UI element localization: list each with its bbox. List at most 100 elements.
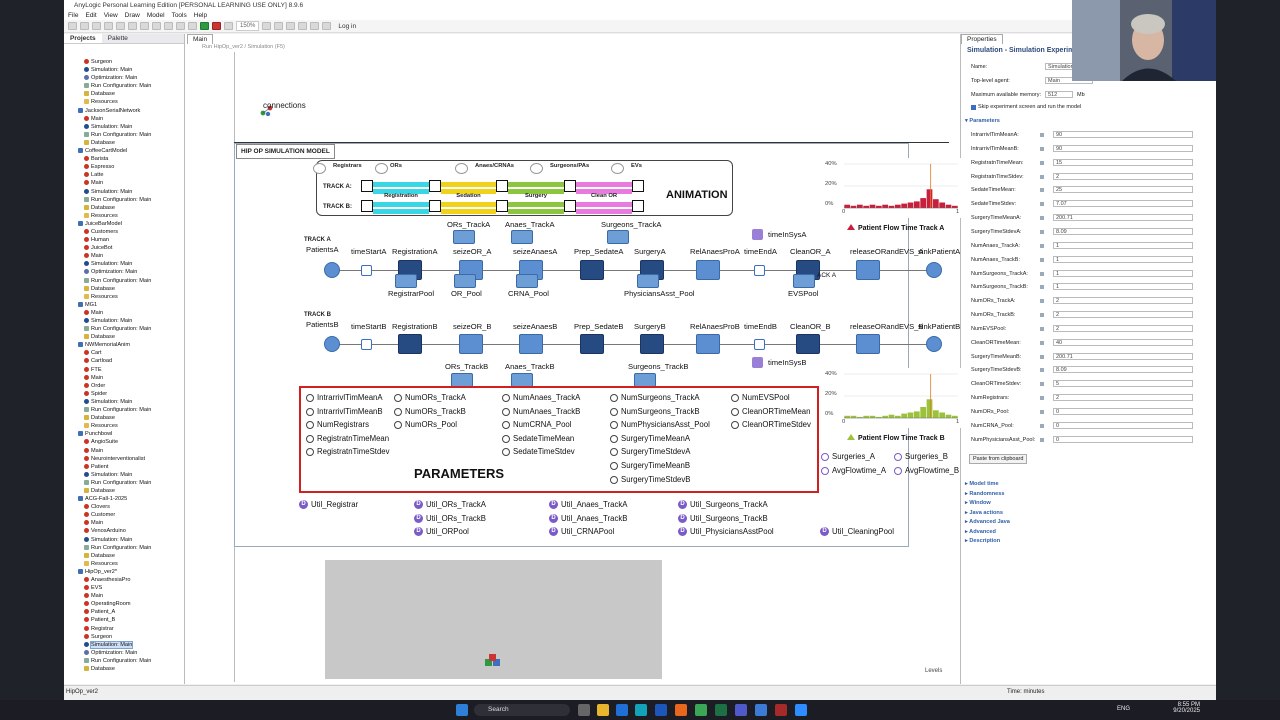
tree-item[interactable]: MG1 (64, 301, 184, 309)
Prep_SedateA-block[interactable] (580, 260, 604, 280)
tree-item[interactable]: Neurointerventionalist (64, 455, 184, 463)
ORs_TrackB-pool[interactable] (451, 373, 473, 387)
OR_Pool-pool[interactable] (454, 274, 476, 288)
tree-item[interactable]: CoffeeCartModel (64, 147, 184, 155)
parameter-NumORs_Pool[interactable]: NumORs_Pool (394, 420, 457, 429)
tree-item[interactable]: Simulation: Main (64, 536, 184, 544)
build-icon[interactable] (188, 22, 197, 30)
releaseORandEVS_B-block[interactable] (856, 334, 880, 354)
timeStartB-icon[interactable] (361, 339, 372, 350)
menu-item-view[interactable]: View (104, 11, 118, 20)
tree-item[interactable]: Database (64, 487, 184, 495)
tree-item[interactable]: AngioSuite (64, 438, 184, 446)
param-input[interactable]: 2 (1053, 172, 1193, 180)
parameter-CleanORTimeMean[interactable]: CleanORTimeMean (731, 407, 810, 416)
tree-item[interactable]: Clovers (64, 503, 184, 511)
menu-item-model[interactable]: Model (147, 11, 165, 20)
memory-select[interactable]: 512 (1045, 91, 1073, 98)
tree-item[interactable]: Database (64, 285, 184, 293)
tree-item[interactable]: Registrar (64, 625, 184, 633)
anylogic-taskbar-icon[interactable] (755, 704, 767, 716)
section-model-time[interactable]: ▸ Model time (965, 481, 999, 487)
param-input[interactable]: 15 (1053, 158, 1193, 166)
parameter-RegistratnTimeMean[interactable]: RegistratnTimeMean (306, 434, 389, 443)
zoom-in-icon[interactable] (262, 22, 272, 30)
timeStartA-icon[interactable] (361, 265, 372, 276)
param-input[interactable]: 5 (1053, 380, 1193, 388)
seizeOR_B-block[interactable] (459, 334, 483, 354)
pan-icon[interactable] (286, 22, 296, 30)
tree-item[interactable]: Run Configuration: Main (64, 479, 184, 487)
Anaes_TrackB-pool[interactable] (511, 373, 533, 387)
tree-item[interactable]: Database (64, 552, 184, 560)
tree-item[interactable]: Run Configuration: Main (64, 196, 184, 204)
param-input[interactable]: 200.71 (1053, 352, 1193, 360)
teams-icon[interactable] (735, 704, 747, 716)
sinkPatientA-block[interactable] (926, 262, 942, 278)
tree-item[interactable]: Main (64, 115, 184, 123)
section-randomness[interactable]: ▸ Randomness (965, 491, 1005, 497)
tree-item[interactable]: Simulation: Main (64, 317, 184, 325)
ORs_TrackA-pool[interactable] (453, 230, 475, 244)
tree-item[interactable]: Database (64, 665, 184, 673)
tree-item[interactable]: Main (64, 519, 184, 527)
tree-item[interactable]: OperatingRoom (64, 600, 184, 608)
Surgeons_TrackB-pool[interactable] (634, 373, 656, 387)
tree-item[interactable]: Database (64, 139, 184, 147)
tree-item[interactable]: Simulation: Main (64, 188, 184, 196)
Prep_SedateB-block[interactable] (580, 334, 604, 354)
tree-item[interactable]: Run Configuration: Main (64, 82, 184, 90)
paste-icon[interactable] (164, 22, 173, 30)
tree-item[interactable]: Database (64, 333, 184, 341)
timeinsys-a-icon[interactable] (752, 229, 763, 240)
parameter-SurgeryTimeStdevA[interactable]: SurgeryTimeStdevA (610, 447, 690, 456)
word-icon[interactable] (655, 704, 667, 716)
histogram-hist_b[interactable]: 40% 20% 0% 0 1 (822, 368, 967, 428)
CleanOR_B-block[interactable] (796, 334, 820, 354)
tree-item[interactable]: Optimization: Main (64, 74, 184, 82)
tree-item[interactable]: NWMemorialAnim (64, 341, 184, 349)
parameter-NumAnaes_TrackB[interactable]: NumAnaes_TrackB (502, 407, 580, 416)
tree-item[interactable]: Patient_B (64, 616, 184, 624)
new-icon[interactable] (68, 22, 77, 30)
chrome-icon[interactable] (695, 704, 707, 716)
tree-item[interactable]: Simulation: Main (64, 471, 184, 479)
dataset-Util_ORs_TrackB[interactable]: D Util_ORs_TrackB (414, 514, 486, 524)
graphical-editor[interactable]: Main Run HipOp_ver2 / Simulation (F5) co… (185, 34, 967, 684)
tab-main[interactable]: Main (187, 34, 214, 44)
tree-item[interactable]: Main (64, 592, 184, 600)
stop-icon[interactable] (212, 22, 221, 30)
param-input[interactable]: 2 (1053, 324, 1193, 332)
tree-item[interactable]: JacksonSerialNetwork (64, 107, 184, 115)
dataset-Util_Registrar[interactable]: D Util_Registrar (299, 500, 358, 510)
tree-item[interactable]: Main (64, 179, 184, 187)
parameter-SedateTimeMean[interactable]: SedateTimeMean (502, 434, 574, 443)
tree-item[interactable]: Optimization: Main (64, 268, 184, 276)
tree-item[interactable]: FTE (64, 366, 184, 374)
output-AvgFlowtime_B[interactable]: AvgFlowtime_B (894, 466, 959, 475)
tree-item[interactable]: HipOp_ver2* (64, 568, 184, 576)
parameter-CleanORTimeStdev[interactable]: CleanORTimeStdev (731, 420, 811, 429)
PhysiciansAsst_Pool-pool[interactable] (637, 274, 659, 288)
section-advanced-java[interactable]: ▸ Advanced Java (965, 519, 1010, 525)
tree-item[interactable]: Run Configuration: Main (64, 277, 184, 285)
tree-item[interactable]: Patient_A (64, 608, 184, 616)
param-input[interactable]: 2 (1053, 394, 1193, 402)
dataset-Util_Surgeons_TrackA[interactable]: D Util_Surgeons_TrackA (678, 500, 768, 510)
param-input[interactable]: 40 (1053, 338, 1193, 346)
tree-item[interactable]: Database (64, 90, 184, 98)
dataset-Util_Anaes_TrackA[interactable]: D Util_Anaes_TrackA (549, 500, 627, 510)
parameter-SurgeryTimeStdevB[interactable]: SurgeryTimeStdevB (610, 475, 690, 484)
tree-item[interactable]: ACG-Fall-1-2025 (64, 495, 184, 503)
param-input[interactable]: 8.09 (1053, 366, 1193, 374)
timeEndA-icon[interactable] (754, 265, 765, 276)
dataset-Util_CleaningPool[interactable]: D Util_CleaningPool (820, 527, 894, 537)
tree-item[interactable]: Surgeon (64, 633, 184, 641)
tree-item[interactable]: Run Configuration: Main (64, 406, 184, 414)
parameters-section[interactable]: ▾ Parameters (965, 118, 1000, 124)
parameter-RegistratnTimeStdev[interactable]: RegistratnTimeStdev (306, 447, 390, 456)
tree-item[interactable]: Resources (64, 98, 184, 106)
output-AvgFlowtime_A[interactable]: AvgFlowtime_A (821, 466, 886, 475)
SurgeryB-block[interactable] (640, 334, 664, 354)
RegistrarPool-pool[interactable] (395, 274, 417, 288)
